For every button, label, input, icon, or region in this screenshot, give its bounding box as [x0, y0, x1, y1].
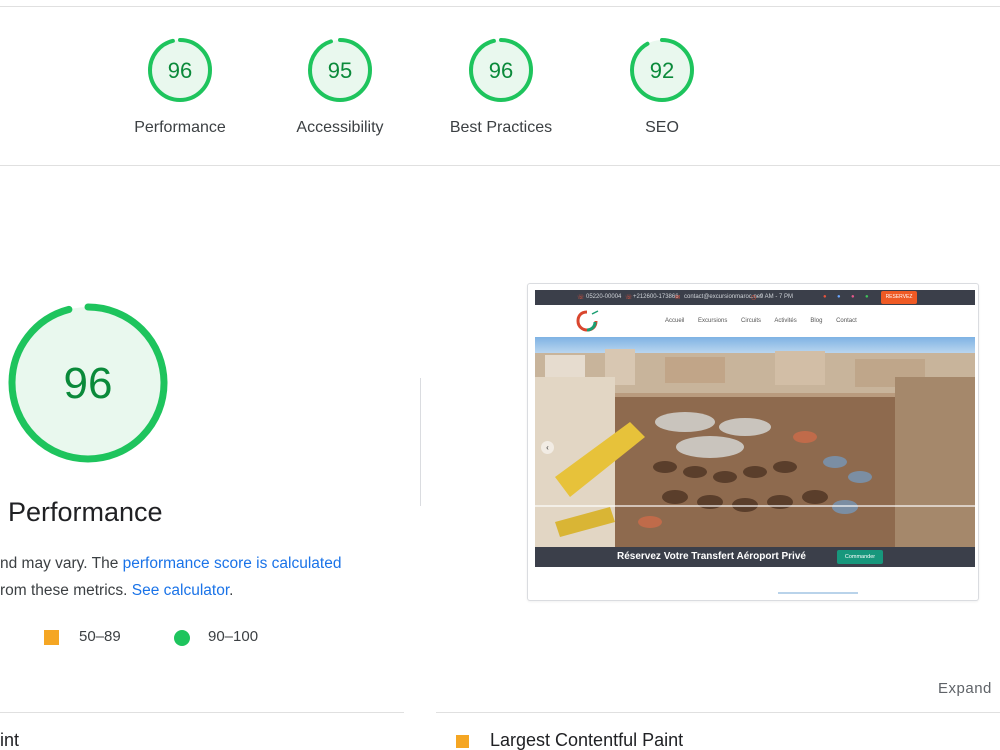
pass-circle-icon — [174, 630, 190, 646]
desc-text: . — [229, 582, 234, 599]
score-gauges-bar: 96 Performance 95 Accessibility 96 Best … — [0, 7, 1000, 165]
metric-divider — [0, 712, 404, 713]
see-calculator-link[interactable]: See calculator — [132, 582, 229, 599]
gauge-accessibility[interactable]: 95 Accessibility — [265, 37, 415, 137]
gauge-seo[interactable]: 92 SEO — [587, 37, 737, 137]
performance-description: nd may vary. The performance score is ca… — [0, 550, 400, 604]
gauge-performance[interactable]: 96 Performance — [105, 37, 255, 137]
site-topbar: ☏ 05220-00004 ☏ +212600-173866 ✉ contact… — [535, 290, 975, 305]
gauge-score: 95 — [328, 58, 352, 83]
gauge-score: 92 — [650, 58, 674, 83]
gauge-ring: 96 — [469, 38, 533, 102]
nav-item: Blog — [810, 318, 823, 324]
site-banner: Réservez Votre Transfert Aéroport Privé … — [535, 547, 975, 567]
nav-item: Circuits — [741, 318, 762, 324]
page-content-hint — [778, 592, 858, 594]
topbar-phone1: 05220-00004 — [586, 294, 622, 300]
legend-good-range: 90–100 — [208, 628, 259, 645]
average-square-icon — [44, 630, 59, 645]
clock-icon: ◷ — [751, 295, 757, 301]
phone-icon: ☏ — [625, 295, 633, 301]
gauge-label: Accessibility — [296, 119, 384, 136]
metric-divider — [436, 712, 1000, 713]
topbar-hours: 9 AM - 7 PM — [760, 294, 794, 300]
topbar-cta-button: RESERVEZ — [881, 291, 917, 304]
site-nav-links: Accueil Excursions Circuits Activités Bl… — [665, 318, 869, 324]
instagram-icon: ● — [851, 294, 855, 300]
nav-item: Excursions — [698, 318, 728, 324]
performance-score-large: 96 — [64, 359, 113, 408]
metric-title-partial: int — [0, 730, 20, 750]
hero-image-tanneries — [535, 337, 975, 547]
mail-icon: ✉ — [675, 295, 681, 301]
nav-item: Accueil — [665, 318, 685, 324]
legend-average-range: 50–89 — [79, 628, 121, 645]
carousel-prev-icon: ‹ — [541, 441, 554, 454]
topbar-phone2: +212600-173866 — [633, 294, 679, 300]
location-icon: ● — [823, 294, 827, 300]
banner-text: Réservez Votre Transfert Aéroport Privé — [617, 551, 806, 562]
desc-text: rom these metrics. — [0, 582, 132, 599]
performance-score-link[interactable]: performance score is calculated — [123, 555, 342, 572]
performance-gauge-large: 96 — [8, 303, 168, 463]
nav-item: Activités — [774, 318, 797, 324]
nav-item: Contact — [836, 318, 857, 324]
site-logo-icon — [576, 310, 599, 332]
performance-title: Performance — [8, 497, 163, 527]
gauge-ring: 95 — [308, 38, 372, 102]
gauge-ring: 96 — [148, 38, 212, 102]
gauge-ring: 92 — [630, 38, 694, 102]
gauge-label: Performance — [134, 119, 226, 136]
vertical-divider — [420, 378, 421, 506]
section-divider — [0, 165, 1000, 166]
gauge-score: 96 — [168, 58, 192, 83]
score-legend: 50–89 90–100 — [0, 627, 400, 649]
whatsapp-icon: ● — [865, 294, 869, 300]
phone-icon: ☏ — [577, 295, 585, 301]
gauge-score: 96 — [489, 58, 513, 83]
gauge-label: Best Practices — [449, 119, 553, 136]
banner-button: Commander — [837, 550, 883, 564]
desc-text: nd may vary. The — [0, 555, 123, 572]
facebook-icon: ● — [837, 294, 841, 300]
average-square-icon — [456, 735, 469, 748]
expand-button[interactable]: Expand — [938, 680, 992, 697]
gauge-best-practices[interactable]: 96 Best Practices — [426, 37, 576, 137]
metric-title-lcp[interactable]: Largest Contentful Paint — [490, 730, 683, 750]
gauge-label: SEO — [645, 119, 679, 136]
site-nav: Accueil Excursions Circuits Activités Bl… — [535, 305, 975, 337]
final-screenshot[interactable]: ☏ 05220-00004 ☏ +212600-173866 ✉ contact… — [527, 283, 979, 601]
